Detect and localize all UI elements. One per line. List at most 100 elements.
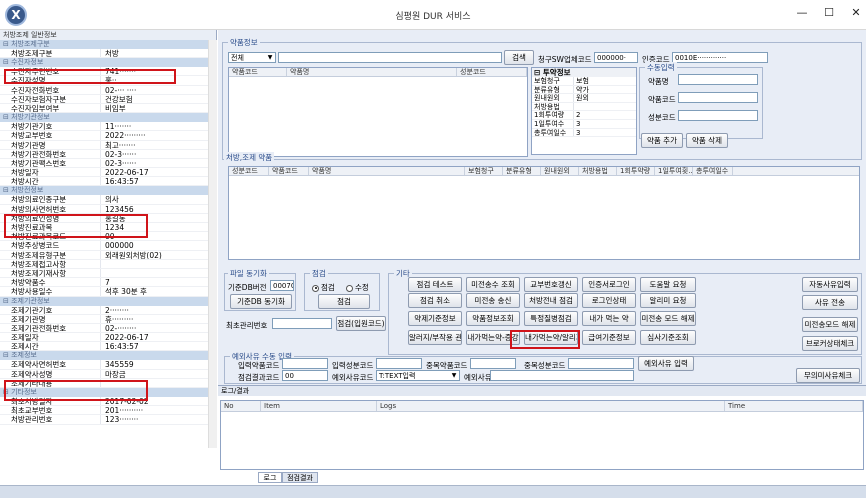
section-header[interactable]: ⊟ 처방전정보: [0, 186, 216, 196]
section-header[interactable]: ⊟ 조제기관정보: [0, 296, 216, 306]
exception-input-button[interactable]: 예외사유 입력: [638, 356, 694, 371]
db-sync-button[interactable]: 기준DB 동기화: [230, 294, 292, 309]
property-row[interactable]: 조제기관명 휴·········: [0, 314, 216, 324]
tab-log[interactable]: 로그: [258, 472, 282, 483]
etc-button[interactable]: 내가 먹는 약: [582, 311, 636, 326]
drug-list-grid[interactable]: 약품코드 약품명 성분코드: [228, 67, 528, 157]
property-row[interactable]: 조제일자 2022-06-17: [0, 333, 216, 343]
manual-ingredient-input[interactable]: [678, 110, 758, 121]
reason-code-select[interactable]: T:TEXT입력 ▼: [376, 370, 460, 381]
property-row[interactable]: 최초교부번호 201··········: [0, 406, 216, 416]
base-db-input[interactable]: 000702: [270, 280, 294, 291]
manual-drug-code-input[interactable]: [678, 92, 758, 103]
property-row[interactable]: 처방약품수 7: [0, 278, 216, 288]
etc-button[interactable]: 알러지/부작용 관리: [408, 330, 462, 345]
property-row[interactable]: 처방조제기재사항: [0, 268, 216, 279]
section-header[interactable]: ⊟ 조제정보: [0, 351, 216, 361]
check-button[interactable]: 점검: [318, 294, 370, 309]
property-row[interactable]: 처방기관명 최고·······: [0, 140, 216, 150]
etc-button[interactable]: 약품정보조회: [466, 311, 520, 326]
dosing-row[interactable]: 1일투여수 3: [532, 119, 636, 129]
rx-drugs-grid[interactable]: 성분코드 약품코드 약품명 보험청구 분류유형 원내원외 처방용법 1회투약량 …: [228, 166, 860, 260]
property-row[interactable]: 처방조제접고사항: [0, 259, 216, 269]
property-row[interactable]: 처방의료인종구분 의사: [0, 195, 216, 205]
dosing-row[interactable]: 분류유형 약가: [532, 85, 636, 95]
manual-drug-code-label: 약품코드: [648, 95, 676, 104]
etc-right-button[interactable]: 브로커상태체크: [802, 336, 858, 351]
property-row[interactable]: 처방관리번호 123········: [0, 415, 216, 425]
dosing-row[interactable]: 보험청구 보험: [532, 77, 636, 86]
property-scrollbar[interactable]: [208, 40, 217, 448]
property-row[interactable]: 처방일자 2022-06-17: [0, 168, 216, 178]
dup-ingredient-input[interactable]: [568, 358, 634, 369]
property-row[interactable]: 처방기관기호 11·······: [0, 122, 216, 132]
no-reason-check-button[interactable]: 무의미사유체크: [796, 368, 860, 383]
etc-button[interactable]: 특정질병점검: [524, 311, 578, 326]
log-grid[interactable]: No Item Logs Time: [220, 400, 864, 470]
maximize-button[interactable]: ☐: [822, 6, 836, 20]
etc-button[interactable]: 알리미 요청: [640, 293, 696, 308]
dosing-row[interactable]: 총투여일수 3: [532, 128, 636, 138]
etc-right-button[interactable]: 자동사유입력: [802, 277, 858, 292]
property-row[interactable]: 처방기관전화번호 02-3······: [0, 149, 216, 159]
dup-drug-code-input[interactable]: [470, 358, 516, 369]
mgmt-number-input[interactable]: [272, 318, 332, 329]
etc-button[interactable]: 처방전내 점검: [524, 293, 578, 308]
etc-button[interactable]: 미전송 모드 해제: [640, 311, 696, 326]
etc-button[interactable]: 로그인상태: [582, 293, 636, 308]
property-row[interactable]: 조제약사성명 마장금: [0, 369, 216, 379]
input-ingredient-input[interactable]: [376, 358, 422, 369]
dosing-row[interactable]: 1회투여량 2: [532, 111, 636, 120]
dosing-row[interactable]: 처방용법: [532, 102, 636, 112]
etc-button[interactable]: 인증서로그인: [582, 277, 636, 292]
check-inpatient-button[interactable]: 점검(입원코드): [336, 316, 386, 331]
property-row[interactable]: 처방조제유형구분 외래원외처방(02): [0, 250, 216, 260]
modify-radio[interactable]: 수정: [346, 282, 369, 293]
property-row[interactable]: 처방교부번호 2022·········: [0, 131, 216, 141]
section-header[interactable]: ⊟ 처방기관정보: [0, 113, 216, 123]
cert-code-input[interactable]: 0010E·············: [672, 52, 768, 63]
tab-check-result[interactable]: 점검결과: [282, 472, 318, 483]
section-header[interactable]: ⊟ 수진자정보: [0, 58, 216, 68]
manual-drug-name-input[interactable]: [678, 74, 758, 85]
col-drug-name: 약품명: [287, 68, 457, 76]
etc-button[interactable]: 도움말 요청: [640, 277, 696, 292]
etc-button[interactable]: 미전송수 조회: [466, 277, 520, 292]
property-row[interactable]: 수진자임부여부 비임부: [0, 103, 216, 114]
property-row[interactable]: 조제기관전화번호 02-········: [0, 323, 216, 334]
add-drug-button[interactable]: 약품 추가: [641, 133, 683, 148]
dosing-row[interactable]: 원내원외 원외: [532, 94, 636, 103]
etc-button[interactable]: 약제기준정보: [408, 311, 462, 326]
property-row[interactable]: 수진자전화번호 02-··· ····: [0, 85, 216, 95]
property-row[interactable]: 처방의사면허번호 123456: [0, 204, 216, 214]
etc-right-button[interactable]: 미전송모드 해제: [802, 317, 858, 332]
etc-button[interactable]: 점검 취소: [408, 293, 462, 308]
claim-sw-input[interactable]: 000000·: [594, 52, 638, 63]
property-row[interactable]: 조제약사면허번호 345559: [0, 360, 216, 370]
search-input[interactable]: [278, 52, 502, 63]
etc-button[interactable]: 미전송 송신: [466, 293, 520, 308]
etc-button[interactable]: 교부번호갱신: [524, 277, 578, 292]
minimize-button[interactable]: —: [795, 6, 809, 20]
property-row[interactable]: 조제기관기호 2········: [0, 305, 216, 315]
search-button[interactable]: 검색: [504, 50, 534, 65]
property-row[interactable]: 처방주상병코드 000000: [0, 241, 216, 251]
search-type-select[interactable]: 전체 ▼: [228, 52, 276, 63]
property-row[interactable]: 처방기관팩스번호 02-3······: [0, 158, 216, 169]
etc-button[interactable]: 급여기준정보: [582, 330, 636, 345]
input-drug-code-input[interactable]: [282, 358, 328, 369]
etc-button[interactable]: 점검 테스트: [408, 277, 462, 292]
result-code-input[interactable]: 00: [282, 370, 328, 381]
etc-right-button[interactable]: 사유 전송: [802, 295, 858, 310]
property-key: 처방약품수: [11, 278, 46, 287]
check-radio[interactable]: 점검: [312, 282, 335, 293]
property-row[interactable]: 수진자보험자구분 건강보험: [0, 94, 216, 104]
dosing-info-panel[interactable]: ⊟ 투약정보 보험청구 보험 분류유형 약가 원내원외 원외 처방용법 1회투여량 2 1일투여수…: [531, 67, 637, 155]
close-button[interactable]: ✕: [849, 6, 863, 20]
delete-drug-button[interactable]: 약품 삭제: [686, 133, 728, 148]
reason-input[interactable]: [490, 370, 634, 381]
property-row[interactable]: 처방사용일수 석후 30분 후: [0, 287, 216, 297]
etc-button[interactable]: 심사기준조회: [640, 330, 696, 345]
section-header[interactable]: ⊟ 처방조제구분: [0, 40, 216, 49]
property-row[interactable]: 처방조제구분 처방: [0, 49, 216, 59]
